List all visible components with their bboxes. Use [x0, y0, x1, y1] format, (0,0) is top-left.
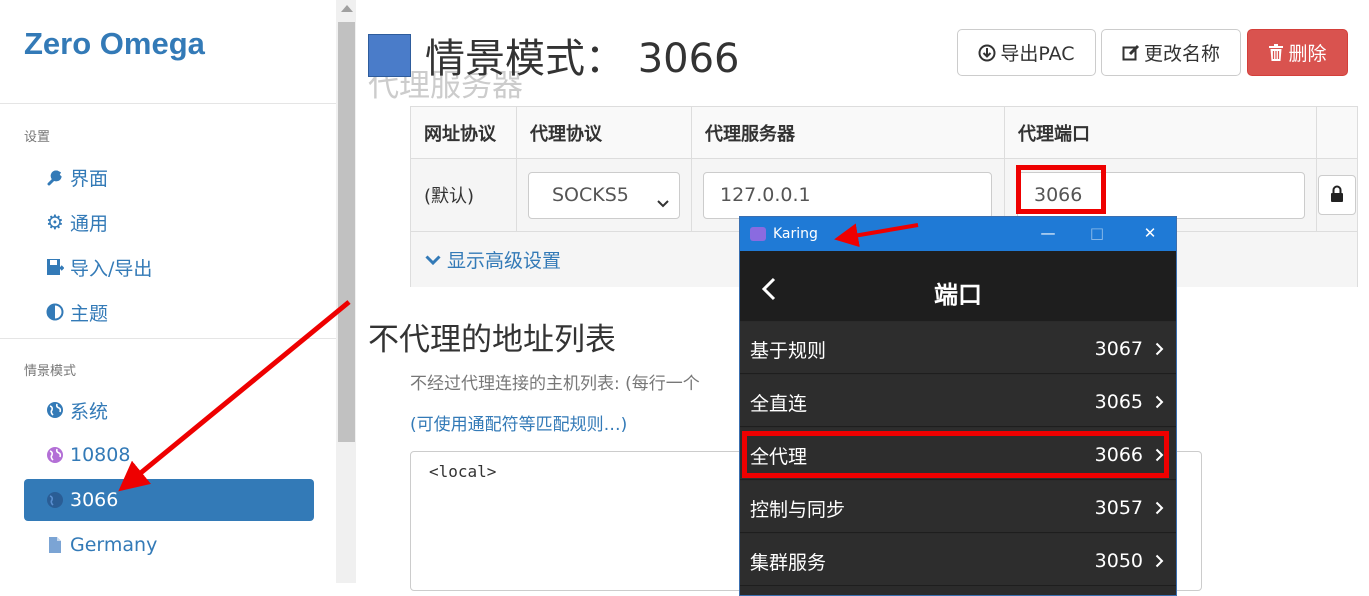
annotation-arrows	[118, 223, 919, 492]
annotation-arrow-to-karing	[834, 223, 919, 248]
annotation-arrow-to-3066	[118, 300, 351, 492]
